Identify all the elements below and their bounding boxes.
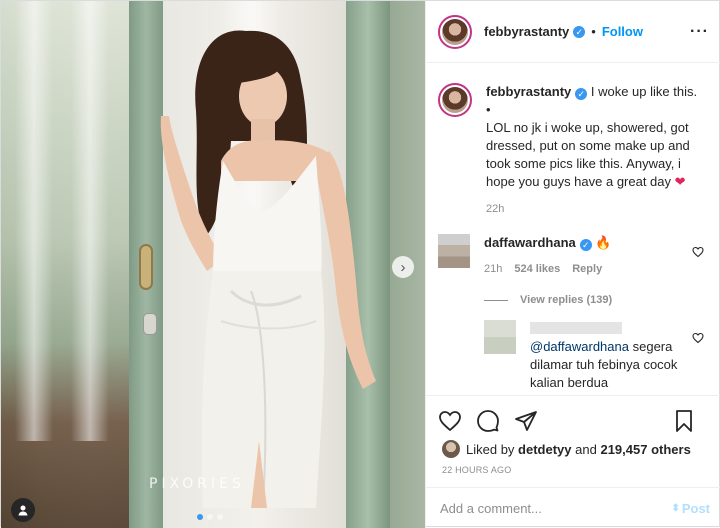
reply-mention[interactable]: @daffawardhana (530, 339, 629, 354)
view-replies-button[interactable]: View replies (139) (484, 294, 706, 306)
replier-avatar[interactable] (484, 320, 516, 354)
post-photo[interactable]: PIXORIES › (1, 1, 425, 528)
comment-item: daffawardhana ✓ 🔥 21h 524 likes Reply (438, 234, 706, 278)
more-options-icon[interactable]: ··· (690, 23, 709, 41)
caption-text: LOL no jk i woke up, showered, got dress… (486, 120, 690, 189)
verified-badge-icon: ✓ (575, 88, 588, 100)
red-heart-emoji-icon: ❤ (674, 174, 686, 189)
author-avatar[interactable] (438, 14, 472, 49)
watermark: PIXORIES (149, 476, 245, 492)
caption-avatar[interactable] (438, 83, 472, 117)
bookmark-icon[interactable] (672, 409, 696, 433)
likes-count-link[interactable]: 219,457 others (600, 442, 690, 457)
comment-input[interactable] (440, 500, 672, 516)
next-image-button[interactable]: › (392, 256, 414, 278)
comment-likes[interactable]: 524 likes (514, 260, 560, 278)
chevron-right-icon: › (400, 258, 406, 276)
verified-badge-icon: ✓ (573, 25, 586, 38)
user-icon (18, 505, 28, 516)
caption-time[interactable]: 22h (486, 200, 706, 218)
liker-avatar[interactable] (442, 440, 460, 458)
heart-outline-icon[interactable] (692, 332, 704, 344)
comment-time[interactable]: 21h (484, 260, 502, 278)
woman-in-white-dress (160, 30, 376, 509)
caption-username[interactable]: febbyrastanty (486, 84, 571, 99)
separator-dot: • (591, 24, 596, 39)
comment-meta: 21h 524 likes Reply (484, 260, 684, 278)
comment-bubble-icon[interactable] (476, 409, 500, 433)
comment-username[interactable]: daffawardhana (484, 235, 576, 250)
post-date[interactable]: 22 HOURS AGO (426, 458, 720, 475)
fire-emoji: 🔥 (595, 235, 612, 250)
likes-summary: Liked by detdetyy and 219,457 others (426, 438, 720, 458)
tagged-user-button[interactable] (11, 498, 35, 522)
post-actions: Liked by detdetyy and 219,457 others 22 … (426, 395, 720, 528)
carousel-dot (207, 514, 213, 520)
reply-item: @daffawardhana segera dilamar tuh febiny… (484, 320, 706, 392)
blurred-username (530, 322, 622, 334)
instagram-post: PIXORIES › febbyrastanty ✓ • Follow ··· (0, 0, 720, 528)
share-paper-plane-icon[interactable] (514, 409, 538, 433)
post-comment-button[interactable]: ⬍ Post (671, 501, 710, 516)
carousel-dot (217, 514, 223, 520)
liker-username[interactable]: detdetyy (518, 442, 571, 457)
carousel-indicator (197, 514, 223, 520)
reply-button[interactable]: Reply (572, 260, 602, 278)
comments-section[interactable]: febbyrastanty ✓ I woke up like this. • LO… (426, 63, 720, 395)
verified-badge-icon: ✓ (579, 239, 592, 251)
commenter-avatar[interactable] (438, 234, 470, 268)
resize-handle-icon: ⬍ (671, 502, 680, 514)
post-caption: febbyrastanty ✓ I woke up like this. • LO… (438, 83, 706, 218)
add-comment-bar: ⬍ Post (426, 487, 720, 528)
author-username[interactable]: febbyrastanty (484, 24, 569, 39)
like-heart-icon[interactable] (438, 409, 462, 433)
heart-outline-icon[interactable] (692, 246, 704, 258)
post-header: febbyrastanty ✓ • Follow ··· (426, 1, 720, 63)
follow-button[interactable]: Follow (602, 24, 643, 39)
carousel-dot (197, 514, 203, 520)
post-side-panel: febbyrastanty ✓ • Follow ··· febbyrastan… (425, 1, 720, 528)
caption-bullet: • (486, 102, 491, 117)
caption-first-line: I woke up like this. (590, 84, 698, 99)
